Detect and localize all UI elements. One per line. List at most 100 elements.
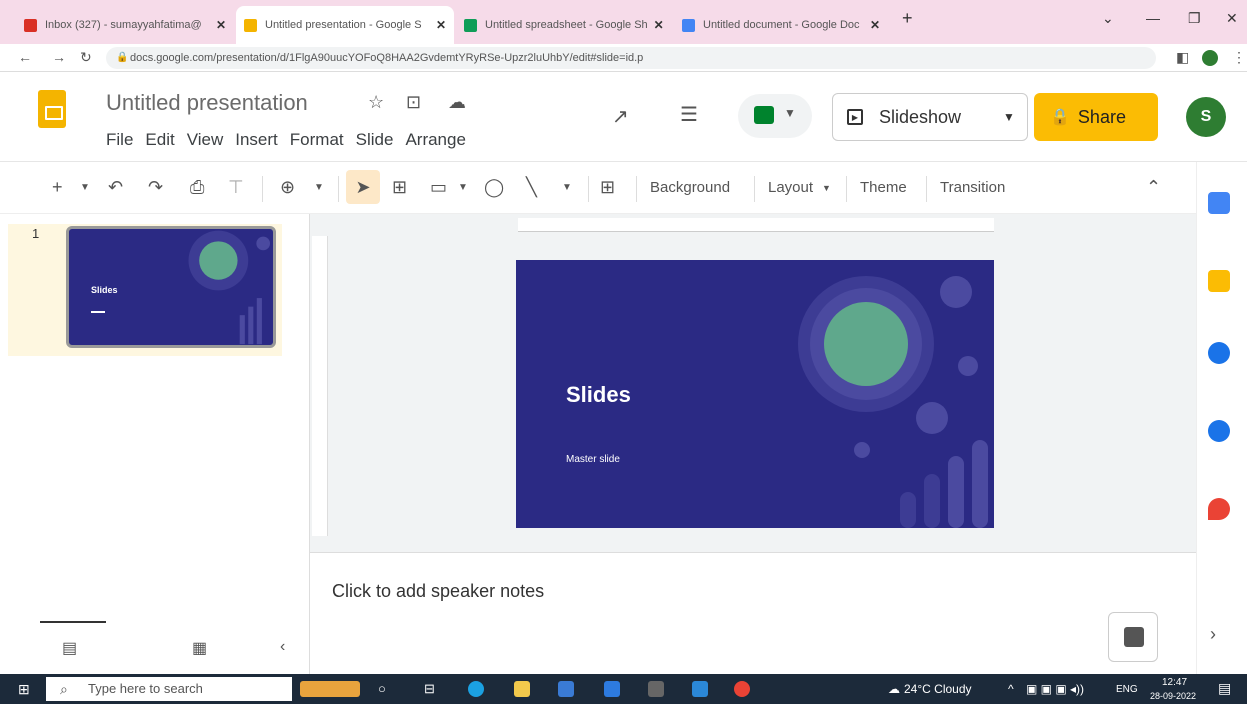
menu-slide[interactable]: Slide — [356, 130, 394, 150]
meet-button[interactable]: ▼ — [738, 94, 812, 138]
menu-arrange[interactable]: Arrange — [405, 130, 465, 150]
cloud-status-icon[interactable]: ☁ — [448, 92, 466, 113]
maps-icon[interactable] — [1208, 498, 1230, 520]
slide-subtitle[interactable]: Master slide — [566, 454, 620, 465]
text-box-icon[interactable]: ⊞ — [392, 177, 407, 198]
tab-slides[interactable]: Untitled presentation - Google S ✕ — [236, 6, 454, 44]
taskbar-search[interactable]: ⌕ Type here to search — [46, 677, 292, 701]
tab-label: Untitled spreadsheet - Google Sh — [485, 19, 648, 31]
collapse-panel-icon[interactable]: ‹ — [280, 638, 285, 656]
address-bar-row: ← → ↻ 🔒 docs.google.com/presentation/d/1… — [0, 44, 1247, 72]
clock-time[interactable]: 12:47 — [1162, 677, 1187, 688]
tray-chevron-icon[interactable]: ^ — [1008, 682, 1014, 696]
comments-icon[interactable]: ☰ — [680, 102, 698, 127]
windows-start-icon[interactable]: ⊞ — [18, 681, 30, 698]
line-icon[interactable]: ╲ — [526, 177, 537, 198]
menu-file[interactable]: File — [106, 130, 133, 150]
menu-edit[interactable]: Edit — [145, 130, 174, 150]
tab-docs[interactable]: Untitled document - Google Doc ✕ — [674, 10, 888, 40]
chrome-icon[interactable] — [734, 681, 750, 697]
contacts-icon[interactable] — [1208, 420, 1230, 442]
chevron-down-icon[interactable]: ▼ — [80, 182, 90, 193]
tray-icons[interactable]: ▣ ▣ ▣ ◂)) — [1026, 682, 1084, 696]
paint-format-icon[interactable]: ⊤ — [228, 177, 244, 198]
expand-panel-icon[interactable]: › — [1210, 624, 1216, 645]
slide-title[interactable]: Slides — [566, 382, 631, 408]
kebab-menu-icon[interactable]: ⋮ — [1232, 49, 1246, 66]
explore-button[interactable] — [1108, 612, 1158, 662]
keep-icon[interactable] — [1208, 270, 1230, 292]
zoom-icon[interactable]: ⊕ — [280, 177, 295, 198]
mail-icon[interactable] — [604, 681, 620, 697]
activity-icon[interactable]: ↗ — [612, 104, 629, 129]
slides-logo[interactable] — [38, 90, 66, 128]
image-icon[interactable]: ▭ — [430, 177, 447, 198]
speaker-notes[interactable]: Click to add speaker notes — [310, 552, 1196, 674]
chevron-down-icon[interactable]: ▼ — [822, 183, 831, 193]
close-icon[interactable]: ✕ — [430, 18, 446, 32]
chevron-down-icon[interactable]: ▼ — [562, 182, 572, 193]
slide-thumbnail[interactable]: Slides — [66, 226, 276, 348]
tab-label: Untitled presentation - Google S — [265, 19, 422, 31]
slides-icon — [244, 18, 257, 32]
slide-canvas[interactable]: Slides Master slide — [516, 260, 994, 528]
comment-add-icon[interactable]: ⊞ — [600, 177, 615, 198]
filmstrip-view-icon[interactable]: ▤ — [62, 638, 77, 658]
new-tab-button[interactable]: + — [902, 8, 913, 29]
grid-view-icon[interactable]: ▦ — [192, 638, 207, 658]
edge-icon[interactable] — [468, 681, 484, 697]
taskbar-widget-icon[interactable] — [300, 681, 360, 697]
chevron-down-icon[interactable]: ▼ — [1003, 110, 1015, 124]
tab-gmail[interactable]: Inbox (327) - sumayyahfatima@ ✕ — [16, 10, 234, 40]
reload-icon[interactable]: ↻ — [80, 49, 92, 66]
chevron-down-icon[interactable]: ▼ — [314, 182, 324, 193]
layout-button[interactable]: Layout — [768, 179, 813, 196]
close-icon[interactable]: ✕ — [648, 18, 664, 32]
menu-view[interactable]: View — [187, 130, 224, 150]
background-button[interactable]: Background — [650, 179, 730, 196]
print-icon[interactable]: ⎙ — [190, 177, 204, 198]
select-icon[interactable]: ➤ — [346, 170, 380, 204]
sidebar-icon[interactable]: ◧ — [1176, 49, 1189, 66]
store-icon[interactable] — [558, 681, 574, 697]
slideshow-button[interactable]: ▶ Slideshow ▼ — [832, 93, 1028, 141]
collapse-chevron-icon[interactable]: ⌃ — [1146, 177, 1161, 198]
redo-icon[interactable]: ↷ — [148, 177, 163, 198]
tab-sheets[interactable]: Untitled spreadsheet - Google Sh ✕ — [456, 10, 670, 40]
avatar[interactable]: S — [1186, 97, 1226, 137]
theme-button[interactable]: Theme — [860, 179, 907, 196]
file-explorer-icon[interactable] — [514, 681, 530, 697]
document-title[interactable]: Untitled presentation — [106, 90, 308, 116]
tab-search-icon[interactable]: ⌄ — [1102, 10, 1114, 27]
tasks-icon[interactable] — [1208, 342, 1230, 364]
photos-icon[interactable] — [692, 681, 708, 697]
move-icon[interactable]: ⊡ — [406, 92, 421, 113]
restore-icon[interactable]: ❐ — [1188, 10, 1201, 27]
shape-icon[interactable]: ◯ — [484, 177, 504, 198]
star-icon[interactable]: ☆ — [368, 92, 384, 113]
language-indicator[interactable]: ENG — [1116, 684, 1138, 695]
chevron-down-icon[interactable]: ▼ — [458, 182, 468, 193]
profile-icon[interactable] — [1202, 50, 1218, 66]
menu-insert[interactable]: Insert — [235, 130, 278, 150]
url-text: docs.google.com/presentation/d/1FlgA90uu… — [130, 52, 644, 64]
calendar-icon[interactable] — [1208, 192, 1230, 214]
share-button[interactable]: 🔒 Share — [1034, 93, 1158, 141]
forward-icon[interactable]: → — [52, 49, 66, 65]
close-icon[interactable]: ✕ — [210, 18, 226, 32]
transition-button[interactable]: Transition — [940, 179, 1005, 196]
app-icon[interactable] — [648, 681, 664, 697]
task-view-icon[interactable]: ⊟ — [424, 681, 435, 697]
close-icon[interactable]: ✕ — [864, 18, 880, 32]
url-input[interactable]: 🔒 docs.google.com/presentation/d/1FlgA90… — [106, 47, 1156, 69]
undo-icon[interactable]: ↶ — [108, 177, 123, 198]
minimize-icon[interactable]: — — [1146, 10, 1160, 26]
notification-icon[interactable]: ▤ — [1218, 680, 1231, 697]
back-icon[interactable]: ← — [18, 49, 32, 65]
cortana-icon[interactable]: ○ — [378, 681, 386, 696]
clock-date[interactable]: 28-09-2022 — [1150, 691, 1196, 701]
window-close-icon[interactable]: ✕ — [1226, 10, 1238, 27]
menu-format[interactable]: Format — [290, 130, 344, 150]
weather-text[interactable]: 24°C Cloudy — [904, 682, 972, 696]
new-slide-icon[interactable]: + — [52, 177, 63, 198]
